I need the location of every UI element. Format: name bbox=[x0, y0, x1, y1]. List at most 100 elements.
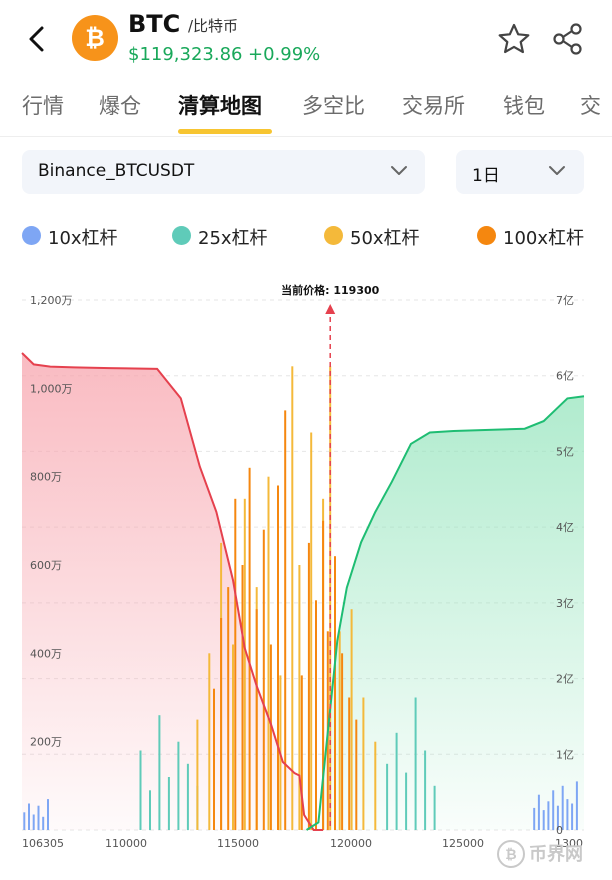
bar-50x杠杆 bbox=[310, 432, 313, 830]
bar-100x杠杆 bbox=[277, 485, 279, 830]
bar-100x杠杆 bbox=[227, 587, 230, 830]
bar-100x杠杆 bbox=[315, 600, 317, 830]
bar-25x杠杆 bbox=[186, 763, 189, 831]
tab-wallets[interactable]: 钱包 bbox=[503, 90, 545, 120]
active-tab-indicator bbox=[178, 129, 272, 134]
bar-10x杠杆 bbox=[37, 805, 40, 830]
y-right-tick-label: 1亿 bbox=[556, 748, 574, 761]
legend-dot bbox=[324, 226, 343, 245]
coin-fullname: /比特币 bbox=[188, 17, 239, 35]
bar-50x杠杆 bbox=[374, 741, 377, 830]
bar-10x杠杆 bbox=[28, 803, 30, 830]
bar-10x杠杆 bbox=[537, 794, 540, 830]
chevron-down-icon bbox=[549, 166, 565, 175]
tab-liquidations[interactable]: 爆仓 bbox=[99, 90, 141, 120]
bitcoin-glyph: ₿ bbox=[85, 24, 105, 52]
period-select-value: 1日 bbox=[472, 166, 500, 186]
coin-symbol: BTC bbox=[128, 10, 181, 38]
back-arrow-icon[interactable] bbox=[22, 22, 52, 56]
bar-10x杠杆 bbox=[542, 810, 545, 830]
bar-10x杠杆 bbox=[533, 807, 536, 830]
x-tick-label: 115000 bbox=[217, 837, 259, 850]
bar-25x杠杆 bbox=[386, 763, 389, 831]
legend-item-100x[interactable]: 100x杠杆 bbox=[477, 222, 597, 250]
bar-25x杠杆 bbox=[405, 772, 408, 830]
bar-10x杠杆 bbox=[566, 799, 569, 830]
bar-50x杠杆 bbox=[267, 476, 270, 830]
y-left-tick-label: 800万 bbox=[30, 471, 62, 484]
tab-market[interactable]: 行情 bbox=[22, 90, 64, 120]
bar-50x杠杆 bbox=[232, 644, 234, 830]
bar-50x杠杆 bbox=[350, 609, 353, 830]
bar-100x杠杆 bbox=[234, 498, 237, 831]
x-tick-label: 110000 bbox=[105, 837, 147, 850]
pair-select[interactable]: Binance_BTCUSDT bbox=[22, 150, 425, 194]
bar-10x杠杆 bbox=[23, 812, 26, 830]
bar-50x杠杆 bbox=[243, 498, 246, 831]
legend-dot bbox=[477, 226, 496, 245]
tab-liquidation-map[interactable]: 清算地图 bbox=[178, 90, 262, 120]
bar-50x杠杆 bbox=[196, 719, 199, 830]
coin-price: $119,323.86 bbox=[128, 44, 243, 65]
legend-dot bbox=[172, 226, 191, 245]
bar-25x杠杆 bbox=[424, 750, 427, 830]
cumulative-areas bbox=[22, 353, 584, 830]
price-change: +0.99% bbox=[248, 44, 321, 65]
bar-100x杠杆 bbox=[284, 410, 287, 830]
bitcoin-logo-icon: ₿ bbox=[72, 15, 118, 61]
pair-select-value: Binance_BTCUSDT bbox=[38, 161, 195, 181]
legend-item-10x[interactable]: 10x杠杆 bbox=[22, 222, 142, 250]
y-left-tick-label: 600万 bbox=[30, 559, 62, 572]
period-select[interactable]: 1日 bbox=[456, 150, 584, 194]
bar-10x杠杆 bbox=[571, 803, 574, 830]
bar-50x杠杆 bbox=[338, 631, 341, 831]
y-right-tick-label: 2亿 bbox=[556, 673, 574, 686]
legend-label: 25x杠杆 bbox=[198, 228, 268, 249]
tab-bar: 行情 爆仓 清算地图 多空比 交易所 钱包 交 bbox=[0, 84, 612, 137]
bar-10x杠杆 bbox=[552, 790, 555, 831]
current-price-label: 当前价格: 119300 bbox=[281, 283, 379, 297]
y-left-tick-label: 1,000万 bbox=[30, 382, 73, 395]
share-icon[interactable] bbox=[552, 22, 584, 56]
bar-50x杠杆 bbox=[208, 653, 211, 830]
y-left-tick-label: 200万 bbox=[30, 736, 62, 749]
y-right-tick-label: 4亿 bbox=[556, 521, 574, 534]
chevron-down-icon bbox=[391, 166, 407, 175]
bar-100x杠杆 bbox=[307, 542, 310, 830]
y-right-tick-label: 0 bbox=[556, 824, 563, 837]
bar-50x杠杆 bbox=[298, 565, 301, 830]
bar-100x杠杆 bbox=[341, 653, 344, 830]
legend-item-25x[interactable]: 25x杠杆 bbox=[172, 222, 292, 250]
watermark-glyph: ₿ bbox=[505, 847, 516, 863]
tab-exchanges[interactable]: 交易所 bbox=[402, 90, 465, 120]
legend-label: 10x杠杆 bbox=[48, 228, 118, 249]
bar-10x杠杆 bbox=[42, 816, 45, 831]
y-left-tick-label: 400万 bbox=[30, 647, 62, 660]
long-cumulative-area bbox=[306, 396, 584, 830]
tab-more[interactable]: 交 bbox=[580, 90, 601, 120]
bar-25x杠杆 bbox=[395, 732, 398, 830]
legend-dot bbox=[22, 226, 41, 245]
bar-25x杠杆 bbox=[433, 785, 436, 830]
bar-25x杠杆 bbox=[149, 790, 151, 831]
watermark-logo-icon: ₿ bbox=[497, 840, 525, 868]
bar-50x杠杆 bbox=[362, 697, 365, 830]
legend-item-50x[interactable]: 50x杠杆 bbox=[324, 222, 444, 250]
x-tick-label: 125000 bbox=[442, 837, 484, 850]
legend-label: 50x杠杆 bbox=[350, 228, 420, 249]
x-tick-label: 106305 bbox=[22, 837, 64, 850]
bar-25x杠杆 bbox=[414, 697, 417, 830]
bar-10x杠杆 bbox=[547, 801, 550, 830]
current-price-arrow bbox=[325, 304, 336, 314]
bar-25x杠杆 bbox=[177, 741, 180, 830]
bar-100x杠杆 bbox=[255, 609, 258, 830]
bar-100x杠杆 bbox=[241, 565, 244, 830]
liquidation-map-chart: 200万 400万 600万 800万 1,000万 1,200万 0 1亿 2亿 3亿 4亿 5亿 6… bbox=[21, 283, 585, 850]
bar-100x杠杆 bbox=[348, 697, 351, 830]
tab-long-short-ratio[interactable]: 多空比 bbox=[302, 90, 365, 120]
bar-25x杠杆 bbox=[158, 715, 161, 830]
coin-header: ₿ BTC /比特币 $119,323.86 +0.99% bbox=[0, 0, 612, 80]
star-icon[interactable] bbox=[497, 22, 531, 56]
bar-50x杠杆 bbox=[291, 366, 294, 831]
x-tick-label: 120000 bbox=[330, 837, 372, 850]
